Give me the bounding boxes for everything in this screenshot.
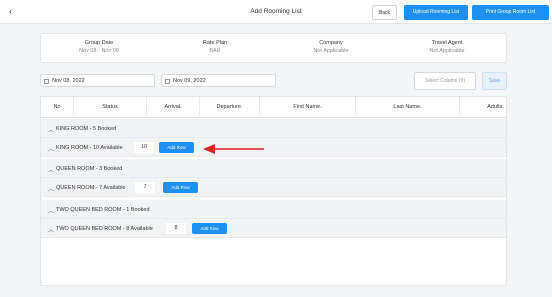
add-row-button[interactable]: Add Row xyxy=(192,222,227,234)
group-date-label: Group Date xyxy=(84,40,114,46)
column-header-no[interactable]: No xyxy=(41,97,74,118)
add-row-button[interactable]: Add Row xyxy=(163,181,198,193)
group-date-value: Nov 08 - Nov 09 xyxy=(79,48,119,54)
calendar-icon xyxy=(165,78,170,84)
room-group-row[interactable]: ︿ TWO QUEEN BED ROOM - 8 Available 8 Add… xyxy=(41,219,506,238)
column-header-last-name[interactable]: Last Name* xyxy=(356,97,460,118)
rate-plan-value: BAR xyxy=(209,48,221,54)
group-date: Group Date Nov 08 - Nov 09 xyxy=(41,40,157,54)
back-button[interactable]: Back xyxy=(372,5,397,20)
room-group-row[interactable]: ︿ QUEEN ROOM - 7 Available 7 Add Row xyxy=(41,178,506,197)
save-button[interactable]: Save xyxy=(482,72,507,90)
company-label: Company xyxy=(319,40,343,46)
group-info-card: Group Date Nov 08 - Nov 09 Rate Plan BAR… xyxy=(40,33,507,63)
required-marker: * xyxy=(420,105,422,110)
column-header-label: Last Name xyxy=(393,104,421,110)
rate-plan-label: Rate Plan xyxy=(202,40,228,46)
column-header-arrival[interactable]: Arrival* xyxy=(147,97,200,118)
required-marker: * xyxy=(320,105,322,110)
room-group-row[interactable]: ︿ KING ROOM - 5 Booked xyxy=(41,119,506,138)
select-column-button[interactable]: Select Column (9) xyxy=(414,72,476,90)
page-title: Add Rooming List xyxy=(250,8,302,15)
company: Company Not Applicable xyxy=(273,40,389,54)
required-marker: * xyxy=(180,105,182,110)
column-header-label: Arrival xyxy=(164,104,181,110)
room-group-name: KING ROOM - 5 Booked xyxy=(56,125,117,132)
annotation-arrow-icon xyxy=(203,144,264,154)
chevron-up-icon[interactable]: ︿ xyxy=(48,206,54,215)
room-group-row[interactable]: ︿ TWO QUEEN BED ROOM - 1 Booked xyxy=(41,200,506,219)
top-bar: ‹ Add Rooming List Back Upload Rooming L… xyxy=(0,0,552,24)
chevron-up-icon[interactable]: ︿ xyxy=(48,125,54,134)
start-date-value: Nov 08, 2022 xyxy=(52,78,85,84)
room-group-name: KING ROOM - 10 Available xyxy=(56,144,123,151)
travel-agent-value: Not Applicable xyxy=(429,48,465,54)
column-header-label: Status xyxy=(102,104,118,110)
travel-agent: Travel Agent Not Applicable xyxy=(389,40,505,54)
required-marker: * xyxy=(502,105,504,110)
rate-plan: Rate Plan BAR xyxy=(157,40,273,54)
column-header-label: No xyxy=(53,104,61,110)
calendar-icon xyxy=(44,78,49,84)
room-group-row[interactable]: ︿ KING ROOM - 10 Available 10 Add Row xyxy=(41,138,506,157)
chevron-up-icon[interactable]: ︿ xyxy=(48,184,54,193)
room-group-name: QUEEN ROOM - 7 Available xyxy=(56,184,126,191)
column-header-adults[interactable]: Adults* xyxy=(460,97,506,118)
room-group-name: QUEEN ROOM - 3 Booked xyxy=(56,165,123,172)
column-header-label: Adults xyxy=(487,104,503,110)
room-group-row[interactable]: ︿ QUEEN ROOM - 3 Booked xyxy=(41,159,506,178)
rooming-list-table: No Status Arrival* Departure* First Name… xyxy=(40,96,507,286)
rows-count-input[interactable]: 8 xyxy=(166,222,186,234)
print-group-room-list-button[interactable]: Print Group Room List xyxy=(472,5,549,20)
chevron-up-icon[interactable]: ︿ xyxy=(48,165,54,174)
column-header-status[interactable]: Status xyxy=(74,97,147,118)
add-row-button[interactable]: Add Row xyxy=(159,141,194,153)
chevron-up-icon[interactable]: ︿ xyxy=(48,144,54,153)
required-marker: * xyxy=(240,105,243,110)
column-header-label: First Name xyxy=(293,104,321,110)
room-group-name: TWO QUEEN BED ROOM - 8 Available xyxy=(56,225,153,232)
company-value: Not Applicable xyxy=(313,48,349,54)
column-header-label: Departure xyxy=(216,104,241,110)
room-group-name: TWO QUEEN BED ROOM - 1 Booked xyxy=(56,206,150,213)
rows-count-input[interactable]: 10 xyxy=(134,141,154,153)
start-date-input[interactable]: Nov 08, 2022 xyxy=(40,74,155,87)
column-header-departure[interactable]: Departure* xyxy=(200,97,260,118)
table-header: No Status Arrival* Departure* First Name… xyxy=(41,97,506,118)
rows-count-input[interactable]: 7 xyxy=(135,181,155,193)
chevron-up-icon[interactable]: ︿ xyxy=(48,225,54,234)
end-date-input[interactable]: Nov 09, 2022 xyxy=(161,74,276,87)
travel-agent-label: Travel Agent xyxy=(431,40,463,46)
column-header-first-name[interactable]: First Name* xyxy=(260,97,356,118)
end-date-value: Nov 09, 2022 xyxy=(173,78,206,84)
upload-rooming-list-button[interactable]: Upload Rooming List xyxy=(404,5,468,20)
